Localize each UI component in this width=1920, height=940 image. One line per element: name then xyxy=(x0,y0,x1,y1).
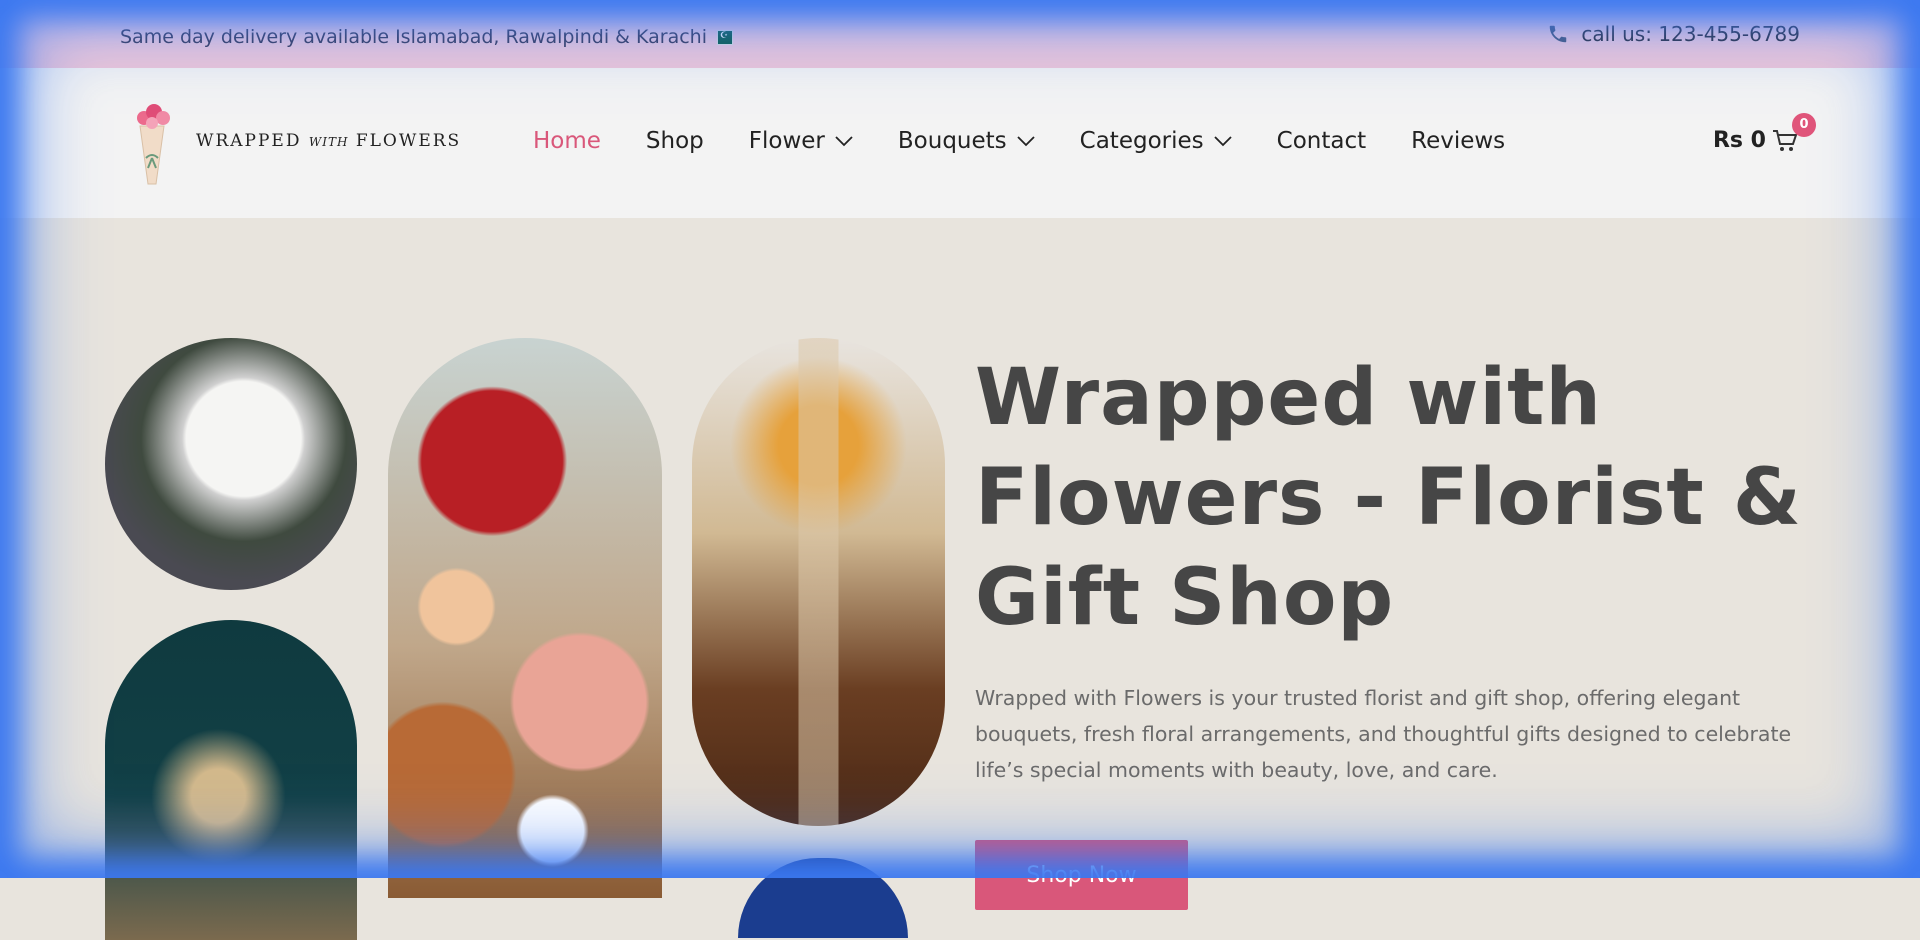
nav-item-shop[interactable]: Shop xyxy=(646,128,704,154)
hero-title: Wrapped with Flowers - Florist & Gift Sh… xyxy=(975,353,1802,643)
nav-item-home[interactable]: Home xyxy=(533,128,601,154)
phone-icon xyxy=(1550,25,1567,43)
hero-description: Wrapped with Flowers is your trusted flo… xyxy=(975,686,1792,782)
site-header: WRAPPED WITH FLOWERS Home Shop Flower Bo… xyxy=(0,68,1920,218)
hero-image-partial xyxy=(738,858,908,938)
chevron-down-icon xyxy=(1017,136,1035,147)
cart-total: Rs 0 xyxy=(1712,128,1766,153)
cart-count-badge: 0 xyxy=(1792,112,1816,137)
main-nav: Home Shop Flower Bouquets Categories Con… xyxy=(533,128,1550,154)
hero-image-roses-arrangement xyxy=(388,338,662,898)
phone-text: call us: 123-455-6789 xyxy=(1581,22,1800,46)
nav-item-flower[interactable]: Flower xyxy=(749,128,853,154)
cart-icon: 0 xyxy=(1772,112,1816,153)
cart-button[interactable]: Rs 0 0 xyxy=(1712,112,1816,153)
logo-text: WRAPPED WITH FLOWERS xyxy=(196,131,462,151)
delivery-text: Same day delivery available Islamabad, R… xyxy=(120,26,707,48)
hero-image-dried-grass xyxy=(105,620,357,940)
nav-item-reviews[interactable]: Reviews xyxy=(1411,128,1505,154)
hero-image-dried-flowers-vase xyxy=(692,338,945,826)
chevron-down-icon xyxy=(1214,136,1232,147)
nav-item-contact[interactable]: Contact xyxy=(1277,128,1366,154)
phone-contact[interactable]: call us: 123-455-6789 xyxy=(1547,22,1800,46)
top-bar: Same day delivery available Islamabad, R… xyxy=(0,0,1920,68)
chevron-down-icon xyxy=(835,136,853,147)
site-logo[interactable]: WRAPPED WITH FLOWERS xyxy=(122,96,461,186)
nav-item-bouquets[interactable]: Bouquets xyxy=(898,128,1035,154)
hero-section: Wrapped with Flowers - Florist & Gift Sh… xyxy=(0,218,1920,940)
delivery-notice: Same day delivery available Islamabad, R… xyxy=(120,26,733,48)
pakistan-flag-icon xyxy=(716,29,733,45)
bouquet-logo-icon xyxy=(137,104,170,185)
hero-image-white-peonies xyxy=(105,338,357,590)
nav-item-categories[interactable]: Categories xyxy=(1080,128,1232,154)
shop-now-button[interactable]: Shop Now xyxy=(975,840,1188,910)
